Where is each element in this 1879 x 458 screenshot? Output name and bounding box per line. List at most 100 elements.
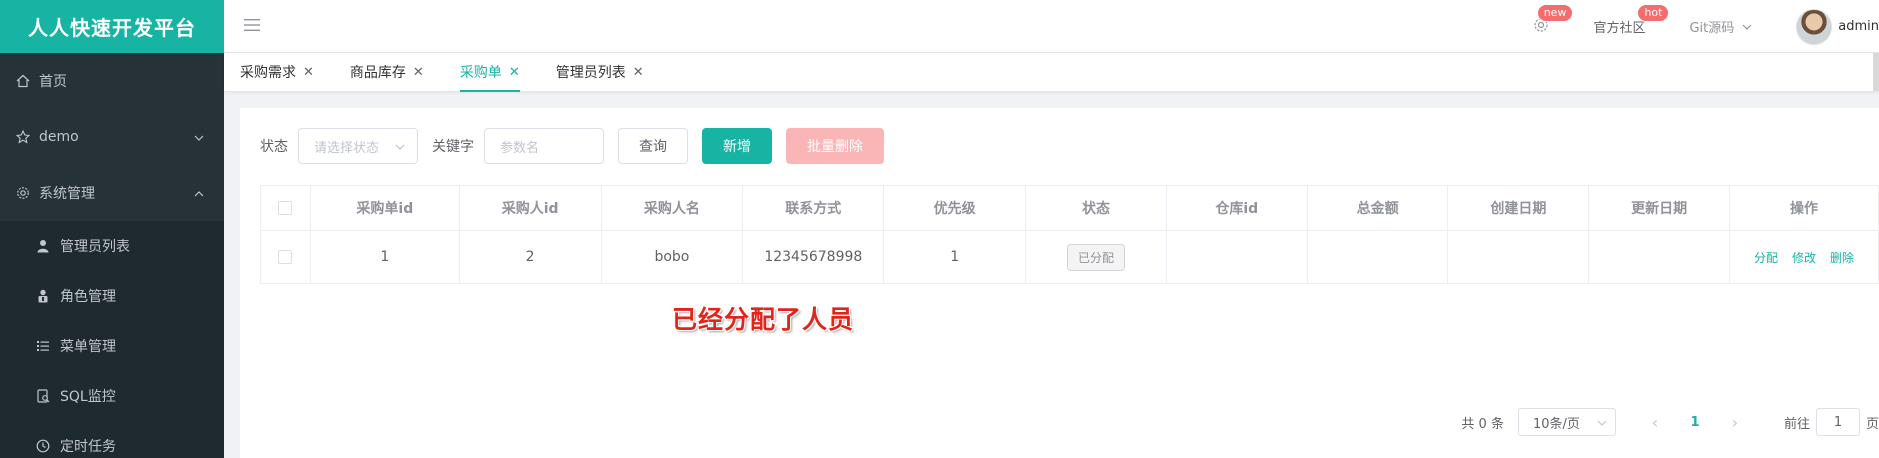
main-content: 状态 请选择状态 关键字 参数名 查询 新增 批量删除 采购单id 采购人id …: [240, 108, 1879, 458]
column-header[interactable]: 采购单id: [309, 185, 460, 231]
close-icon[interactable]: ✕: [633, 65, 644, 80]
sidebar-item-label: 定时任务: [60, 439, 116, 455]
close-icon[interactable]: ✕: [509, 65, 520, 80]
close-icon[interactable]: ✕: [413, 65, 424, 80]
sidebar-item-home[interactable]: 首页: [0, 53, 224, 109]
hot-badge: hot: [1637, 4, 1670, 22]
topbar: new 官方社区 hot Git源码 admin: [224, 0, 1879, 53]
gear-icon: [15, 185, 31, 201]
sidebar-item-admin-list[interactable]: 管理员列表: [0, 221, 224, 271]
tab-label: 采购需求: [240, 65, 296, 81]
page-number-current[interactable]: 1: [1680, 415, 1710, 430]
tab-label: 采购单: [459, 65, 502, 81]
actions-cell: 分配 修改 删除: [1729, 230, 1879, 284]
sidebar-item-label: 管理员列表: [60, 239, 130, 255]
goto-page-input[interactable]: 1: [1815, 408, 1860, 436]
git-label: Git源码: [1689, 21, 1735, 36]
page-suffix: 页: [1865, 416, 1879, 432]
query-button[interactable]: 查询: [618, 128, 688, 164]
batch-delete-button[interactable]: 批量删除: [786, 128, 884, 164]
prev-page-button[interactable]: ‹: [1640, 413, 1670, 432]
sidebar-item-label: 角色管理: [60, 289, 116, 305]
column-header[interactable]: 优先级: [883, 185, 1027, 231]
tab-purchase-demand[interactable]: 采购需求 ✕: [240, 53, 314, 92]
clock-icon: [35, 438, 51, 454]
close-icon[interactable]: ✕: [303, 65, 314, 80]
sidebar-item-sql[interactable]: SQL监控: [0, 371, 224, 421]
scrollbar[interactable]: [1873, 53, 1879, 91]
home-icon: [15, 73, 31, 89]
row-checkbox[interactable]: [278, 250, 293, 264]
page-size-select[interactable]: 10条/页: [1517, 408, 1616, 436]
keyword-label: 关键字: [432, 139, 474, 155]
menu-list-icon: [35, 338, 51, 354]
chevron-down-icon: [1597, 415, 1607, 430]
sidebar-item-role[interactable]: 角色管理: [0, 271, 224, 321]
chevron-down-icon: [395, 139, 405, 154]
row-select-cell: [260, 230, 311, 284]
table-cell: [1588, 230, 1731, 284]
sidebar: 人人快速开发平台 首页 demo 系统管理 管理员列表 角色管理 菜单管理 SQ…: [0, 0, 224, 458]
tab-admin-list[interactable]: 管理员列表 ✕: [556, 53, 644, 92]
status-badge: 已分配: [1066, 243, 1125, 271]
status-placeholder: 请选择状态: [314, 140, 380, 156]
sidebar-item-label: 系统管理: [39, 186, 95, 202]
column-header[interactable]: 仓库id: [1165, 185, 1308, 231]
topbar-right: new 官方社区 hot Git源码 admin: [1511, 0, 1879, 53]
column-header[interactable]: 采购人id: [458, 185, 602, 231]
page-jumper: 前往 1 页: [1784, 408, 1879, 436]
pagination: 共 0 条 10条/页 ‹ 1 › 前往 1 页: [1461, 408, 1879, 436]
pagination-total: 共 0 条: [1461, 416, 1504, 432]
column-header[interactable]: 更新日期: [1588, 185, 1731, 231]
select-all-checkbox[interactable]: [278, 201, 293, 215]
sidebar-item-menu[interactable]: 菜单管理: [0, 321, 224, 371]
keyword-placeholder: 参数名: [500, 140, 540, 156]
column-header[interactable]: 采购人名: [600, 185, 744, 231]
chevron-down-icon: [1742, 19, 1752, 34]
table-cell: [1306, 230, 1449, 284]
add-button[interactable]: 新增: [702, 128, 772, 164]
git-dropdown[interactable]: Git源码: [1667, 17, 1774, 36]
column-header[interactable]: 状态: [1025, 185, 1167, 231]
hamburger-icon[interactable]: [244, 18, 260, 36]
tab-purchase-order[interactable]: 采购单 ✕: [459, 53, 520, 92]
column-header[interactable]: 总金额: [1306, 185, 1449, 231]
keyword-input[interactable]: 参数名: [484, 128, 604, 164]
table-cell: 2: [458, 230, 602, 284]
sidebar-item-demo[interactable]: demo: [0, 109, 224, 165]
brand-logo[interactable]: 人人快速开发平台: [0, 0, 224, 53]
sidebar-item-label: SQL监控: [60, 389, 116, 405]
annotation-text: 已经分配了人员: [672, 305, 855, 334]
sidebar-item-system[interactable]: 系统管理: [0, 165, 224, 221]
table-cell: [1165, 230, 1308, 284]
table-header-row: 采购单id 采购人id 采购人名 联系方式 优先级 状态 仓库id 总金额 创建…: [260, 185, 1879, 231]
community-link[interactable]: 官方社区 hot: [1571, 4, 1670, 36]
status-select[interactable]: 请选择状态: [298, 128, 418, 164]
tab-label: 商品库存: [349, 65, 406, 81]
settings-button[interactable]: new: [1511, 3, 1574, 37]
purchase-order-table: 采购单id 采购人id 采购人名 联系方式 优先级 状态 仓库id 总金额 创建…: [260, 185, 1879, 284]
select-all-cell: [260, 185, 311, 231]
next-page-button[interactable]: ›: [1720, 413, 1750, 432]
assign-link[interactable]: 分配: [1754, 251, 1778, 265]
sidebar-item-label: 菜单管理: [60, 339, 116, 355]
user-menu[interactable]: admin: [1774, 8, 1879, 45]
table-row: 1 2 bobo 12345678998 1 已分配 分配 修改 删除: [260, 230, 1879, 284]
tab-stock[interactable]: 商品库存 ✕: [350, 53, 424, 92]
sidebar-item-schedule[interactable]: 定时任务: [0, 421, 224, 458]
table-cell: 12345678998: [742, 230, 885, 284]
column-header[interactable]: 创建日期: [1447, 185, 1590, 231]
tab-bar: 采购需求 ✕ 商品库存 ✕ 采购单 ✕ 管理员列表 ✕: [224, 53, 1879, 92]
chevron-up-icon: [194, 185, 204, 201]
page-size-value: 10条/页: [1532, 416, 1580, 432]
sidebar-item-label: demo: [39, 129, 79, 145]
status-cell: 已分配: [1025, 230, 1167, 284]
delete-link[interactable]: 删除: [1830, 251, 1854, 265]
column-header[interactable]: 联系方式: [742, 185, 885, 231]
system-submenu: 管理员列表 角色管理 菜单管理 SQL监控 定时任务: [0, 221, 224, 458]
table-cell: [1447, 230, 1590, 284]
sql-monitor-icon: [35, 388, 51, 404]
table-cell: 1: [883, 230, 1027, 284]
edit-link[interactable]: 修改: [1792, 251, 1816, 265]
filter-form: 状态 请选择状态 关键字 参数名 查询 新增 批量删除: [260, 128, 898, 164]
